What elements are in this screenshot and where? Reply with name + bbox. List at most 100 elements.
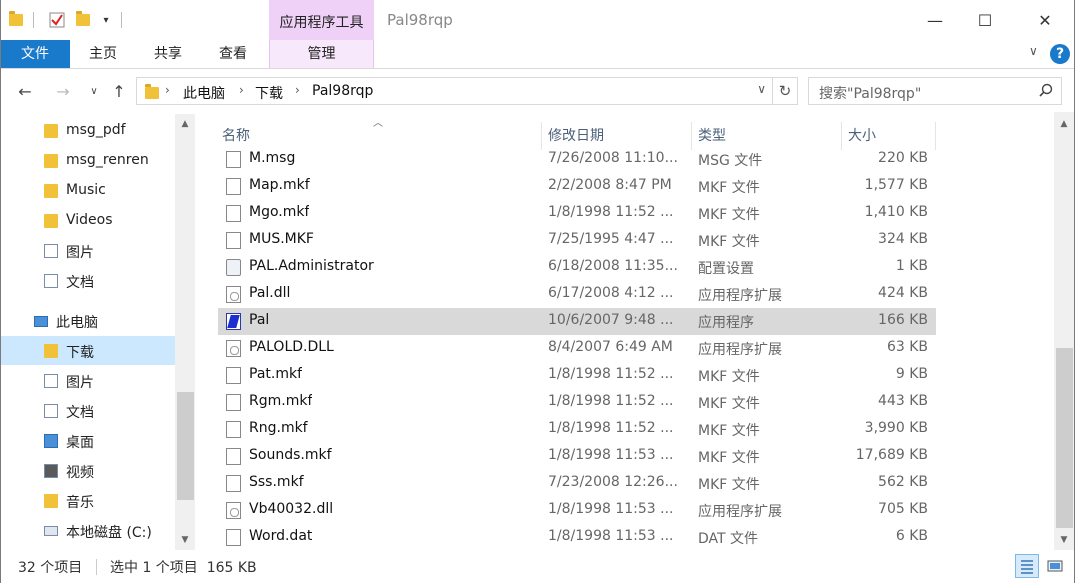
pictures-icon (44, 374, 58, 388)
chevron-down-icon[interactable]: ∨ (757, 82, 766, 96)
tab-home[interactable]: 主页 (78, 40, 128, 68)
checkmark-icon (49, 12, 65, 28)
date-modified: 1/8/1998 11:52 ... (548, 393, 674, 409)
documents-icon (44, 274, 58, 288)
details-view-button[interactable] (1015, 554, 1039, 578)
file-icon (226, 394, 241, 411)
date-modified: 7/23/2008 12:26... (548, 474, 678, 490)
scroll-up-icon[interactable]: ▲ (1056, 119, 1072, 129)
minimize-button[interactable]: — (912, 8, 958, 32)
file-icon (226, 205, 241, 222)
desktop-icon (44, 434, 58, 448)
date-modified: 1/8/1998 11:52 ... (548, 204, 674, 220)
table-row[interactable]: Sss.mkf 7/23/2008 12:26... MKF 文件 562 KB (218, 470, 936, 497)
nav-item-label: 图片 (66, 375, 94, 391)
recent-locations-button[interactable]: ∨ (86, 80, 102, 102)
file-list-scroll-thumb[interactable] (1056, 348, 1073, 528)
file-type: MKF 文件 (698, 423, 760, 439)
refresh-button[interactable]: ↻ (773, 77, 798, 105)
chevron-down-icon: ∨ (90, 85, 98, 97)
file-size: 562 KB (878, 474, 928, 490)
nav-item-label: msg_renren (66, 152, 149, 168)
nav-item-this-pc[interactable]: 此电脑 (0, 306, 175, 335)
context-tab-group: 应用程序工具 (269, 0, 374, 40)
customize-quick-access-button[interactable]: ▾ (96, 10, 116, 30)
tab-manage[interactable]: 管理 (269, 40, 374, 68)
nav-pane-scroll-thumb[interactable] (177, 392, 194, 500)
nav-item-videos[interactable]: 视频 (0, 456, 175, 485)
file-icon (226, 529, 241, 546)
tab-file[interactable]: 文件 (0, 40, 70, 68)
window-title: Pal98rqp (387, 11, 453, 29)
nav-item-msg-renren[interactable]: msg_renren (0, 146, 175, 175)
table-row[interactable]: Map.mkf 2/2/2008 8:47 PM MKF 文件 1,577 KB (218, 173, 936, 200)
dll-icon (226, 286, 241, 303)
file-name: Pat.mkf (249, 366, 303, 382)
table-row[interactable]: Rng.mkf 1/8/1998 11:52 ... MKF 文件 3,990 KB (218, 416, 936, 443)
nav-item-label: 音乐 (66, 495, 94, 511)
table-row[interactable]: Rgm.mkf 1/8/1998 11:52 ... MKF 文件 443 KB (218, 389, 936, 416)
nav-item-label: 此电脑 (56, 315, 98, 331)
properties-quick-access-button[interactable] (47, 10, 67, 30)
table-row[interactable]: PAL.Administrator 6/18/2008 11:35... 配置设置 1… (218, 254, 936, 281)
minimize-icon: — (927, 10, 943, 30)
nav-item-downloads[interactable]: 下载 (0, 336, 175, 365)
table-row[interactable]: Vb40032.dll 1/8/1998 11:53 ... 应用程序扩展 705 K… (218, 497, 936, 524)
help-icon[interactable]: ? (1050, 44, 1070, 64)
nav-item-pictures[interactable]: 图片 (0, 366, 175, 395)
nav-item-videos-folder[interactable]: Videos (0, 206, 175, 235)
arrow-right-icon: → (56, 81, 70, 101)
table-row[interactable]: Pat.mkf 1/8/1998 11:52 ... MKF 文件 9 KB (218, 362, 936, 389)
table-row[interactable]: Mgo.mkf 1/8/1998 11:52 ... MKF 文件 1,410 KB (218, 200, 936, 227)
large-icons-view-button[interactable] (1043, 554, 1067, 578)
file-name: PALOLD.DLL (249, 339, 334, 355)
breadcrumb-downloads[interactable]: 下载 (255, 83, 283, 103)
nav-item-music-folder[interactable]: Music (0, 176, 175, 205)
forward-button[interactable]: → (52, 80, 74, 102)
tab-share[interactable]: 共享 (143, 40, 193, 68)
table-row[interactable]: MUS.MKF 7/25/1995 4:47 ... MKF 文件 324 KB (218, 227, 936, 254)
tab-view[interactable]: 查看 (208, 40, 258, 68)
close-button[interactable]: ✕ (1022, 8, 1068, 32)
nav-item-local-disk-c[interactable]: 本地磁盘 (C:) (0, 516, 175, 545)
nav-item-music[interactable]: 音乐 (0, 486, 175, 515)
breadcrumb-current-folder[interactable]: Pal98rqp (312, 83, 373, 99)
file-icon (226, 178, 241, 195)
refresh-icon: ↻ (778, 82, 792, 100)
nav-item-msg-pdf[interactable]: msg_pdf (0, 116, 175, 145)
date-modified: 1/8/1998 11:53 ... (548, 501, 674, 517)
file-type: DAT 文件 (698, 531, 759, 547)
nav-item-desktop[interactable]: 桌面 (0, 426, 175, 455)
file-type: 应用程序扩展 (698, 504, 782, 520)
context-tab-title: 应用程序工具 (279, 15, 364, 31)
file-size: 63 KB (886, 339, 928, 355)
up-button[interactable]: ↑ (108, 80, 130, 102)
scroll-down-icon[interactable]: ▼ (1056, 535, 1072, 545)
back-button[interactable]: ← (14, 80, 36, 102)
scroll-up-icon[interactable]: ▲ (177, 119, 193, 129)
breadcrumb-this-pc[interactable]: 此电脑 (183, 83, 225, 103)
nav-item-documents[interactable]: 文档 (0, 396, 175, 425)
nav-item-label: Music (66, 182, 106, 198)
address-bar[interactable]: › 此电脑 › 下载 › Pal98rqp ∨ (136, 77, 773, 105)
table-row[interactable]: PALOLD.DLL 8/4/2007 6:49 AM 应用程序扩展 63 KB (218, 335, 936, 362)
file-name: Map.mkf (249, 177, 310, 193)
table-row[interactable]: Pal 10/6/2007 9:48 ... 应用程序 166 KB (218, 308, 936, 335)
file-name: Sounds.mkf (249, 447, 332, 463)
table-row[interactable]: M.msg 7/26/2008 11:10... MSG 文件 220 KB (218, 146, 936, 173)
new-folder-quick-access-button[interactable] (73, 10, 93, 30)
maximize-button[interactable]: ☐ (962, 8, 1008, 32)
nav-item-documents[interactable]: 文档 (0, 266, 175, 295)
file-size: 324 KB (878, 231, 928, 247)
search-icon (1039, 83, 1053, 97)
expand-ribbon-icon[interactable]: ∨ (1029, 44, 1038, 58)
nav-item-pictures[interactable]: 图片 (0, 236, 175, 265)
table-row[interactable]: Sounds.mkf 1/8/1998 11:53 ... MKF 文件 17,689… (218, 443, 936, 470)
address-bar-row: ← → ∨ ↑ › 此电脑 › 下载 › Pal98rqp ∨ ↻ 搜索"Pal… (0, 70, 1075, 112)
status-divider (96, 559, 97, 575)
search-input[interactable]: 搜索"Pal98rqp" (808, 77, 1062, 105)
table-row[interactable]: Pal.dll 6/17/2008 4:12 ... 应用程序扩展 424 KB (218, 281, 936, 308)
scroll-down-icon[interactable]: ▼ (177, 535, 193, 545)
file-name: Pal.dll (249, 285, 291, 301)
table-row[interactable]: Word.dat 1/8/1998 11:53 ... DAT 文件 6 KB (218, 524, 936, 551)
